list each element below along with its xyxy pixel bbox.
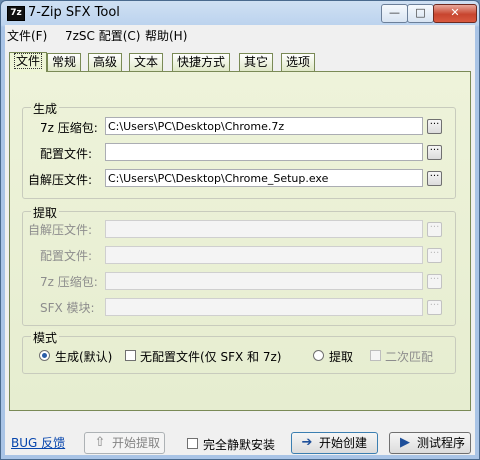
sfx-label: 自解压文件: [28, 173, 93, 187]
extract-config-input [105, 246, 423, 264]
mode-extract-label: 提取 [329, 350, 354, 364]
menu-bar: 文件(F) 7zSC 配置(C) 帮助(H) [5, 25, 475, 44]
test-program-button[interactable]: ▶ 测试程序 [389, 432, 471, 454]
extract-archive-label: 7z 压缩包: [40, 275, 98, 289]
mode-generate-radio[interactable] [39, 350, 50, 361]
menu-help[interactable]: 帮助(H) [145, 27, 187, 44]
tab-text[interactable]: 文本 [129, 53, 164, 71]
extract-config-label: 配置文件: [40, 249, 93, 263]
start-extract-button: ⇧ 开始提取 [84, 432, 165, 454]
group-mode: 模式 生成(默认) 无配置文件(仅 SFX 和 7z) 提取 二次匹配 [22, 329, 456, 374]
silent-install-label: 完全静默安装 [203, 438, 276, 452]
extract-sfx-label: 自解压文件: [28, 223, 93, 237]
window-title: 7-Zip SFX Tool [28, 5, 120, 20]
sfx-browse-button[interactable]: ··· [427, 171, 442, 186]
start-create-label: 开始创建 [319, 436, 368, 450]
secondary-match-checkbox [370, 350, 381, 361]
tab-file-label: 文件 [14, 53, 43, 69]
create-arrow-icon: ➔ [301, 435, 313, 450]
tab-shortcuts[interactable]: 快捷方式 [172, 53, 231, 71]
tab-advanced[interactable]: 高级 [88, 53, 123, 71]
tab-other[interactable]: 其它 [239, 53, 274, 71]
archive-browse-button[interactable]: ··· [427, 119, 442, 134]
secondary-match-label: 二次匹配 [385, 350, 434, 364]
group-generate: 生成 7z 压缩包: C:\Users\PC\Desktop\Chrome.7z… [22, 100, 456, 199]
no-config-label: 无配置文件(仅 SFX 和 7z) [140, 350, 282, 364]
extract-arrow-icon: ⇧ [94, 435, 106, 450]
no-config-checkbox[interactable] [125, 350, 136, 361]
group-mode-title: 模式 [31, 329, 60, 346]
app-icon: 7z [7, 6, 25, 21]
bug-report-link[interactable]: BUG 反馈 [11, 434, 65, 451]
tab-file[interactable]: 文件 [9, 52, 48, 72]
start-create-button[interactable]: ➔ 开始创建 [291, 432, 378, 454]
extract-config-browse-button: ··· [427, 248, 442, 263]
extract-module-label: SFX 模块: [40, 301, 95, 315]
maximize-button[interactable]: □ [407, 4, 434, 23]
client-area: 文件(F) 7zSC 配置(C) 帮助(H) 文件 常规 高级 文本 快捷方式 … [5, 25, 475, 455]
menu-7zsc-config[interactable]: 7zSC 配置(C) [65, 27, 141, 44]
silent-install-checkbox[interactable] [187, 438, 198, 449]
group-extract: 提取 自解压文件: ··· 配置文件: ··· 7z 压缩包: ··· SFX … [22, 204, 456, 326]
archive-label: 7z 压缩包: [40, 121, 98, 135]
app-window: 7z 7-Zip SFX Tool — □ ✕ 文件(F) 7zSC 配置(C)… [0, 0, 480, 460]
extract-module-input [105, 298, 423, 316]
extract-sfx-input [105, 220, 423, 238]
minimize-button[interactable]: — [381, 4, 408, 23]
menu-file[interactable]: 文件(F) [7, 27, 47, 44]
title-bar[interactable]: 7z 7-Zip SFX Tool — □ ✕ [1, 1, 479, 25]
close-button[interactable]: ✕ [433, 4, 477, 23]
tab-panel-file: 生成 7z 压缩包: C:\Users\PC\Desktop\Chrome.7z… [9, 71, 471, 411]
group-generate-title: 生成 [31, 100, 60, 117]
archive-path-input[interactable]: C:\Users\PC\Desktop\Chrome.7z [105, 117, 423, 135]
config-label: 配置文件: [40, 147, 93, 161]
play-icon: ▶ [400, 435, 410, 450]
config-path-input[interactable] [105, 143, 423, 161]
mode-generate-label: 生成(默认) [55, 350, 113, 364]
extract-archive-browse-button: ··· [427, 274, 442, 289]
config-browse-button[interactable]: ··· [427, 145, 442, 160]
test-program-label: 测试程序 [417, 436, 466, 450]
extract-archive-input [105, 272, 423, 290]
extract-module-browse-button: ··· [427, 300, 442, 315]
group-extract-title: 提取 [31, 204, 60, 221]
sfx-path-input[interactable]: C:\Users\PC\Desktop\Chrome_Setup.exe [105, 169, 423, 187]
extract-sfx-browse-button: ··· [427, 222, 442, 237]
start-extract-label: 开始提取 [112, 436, 161, 450]
tab-general[interactable]: 常规 [47, 53, 82, 71]
mode-extract-radio[interactable] [313, 350, 324, 361]
tab-options[interactable]: 选项 [281, 53, 316, 71]
